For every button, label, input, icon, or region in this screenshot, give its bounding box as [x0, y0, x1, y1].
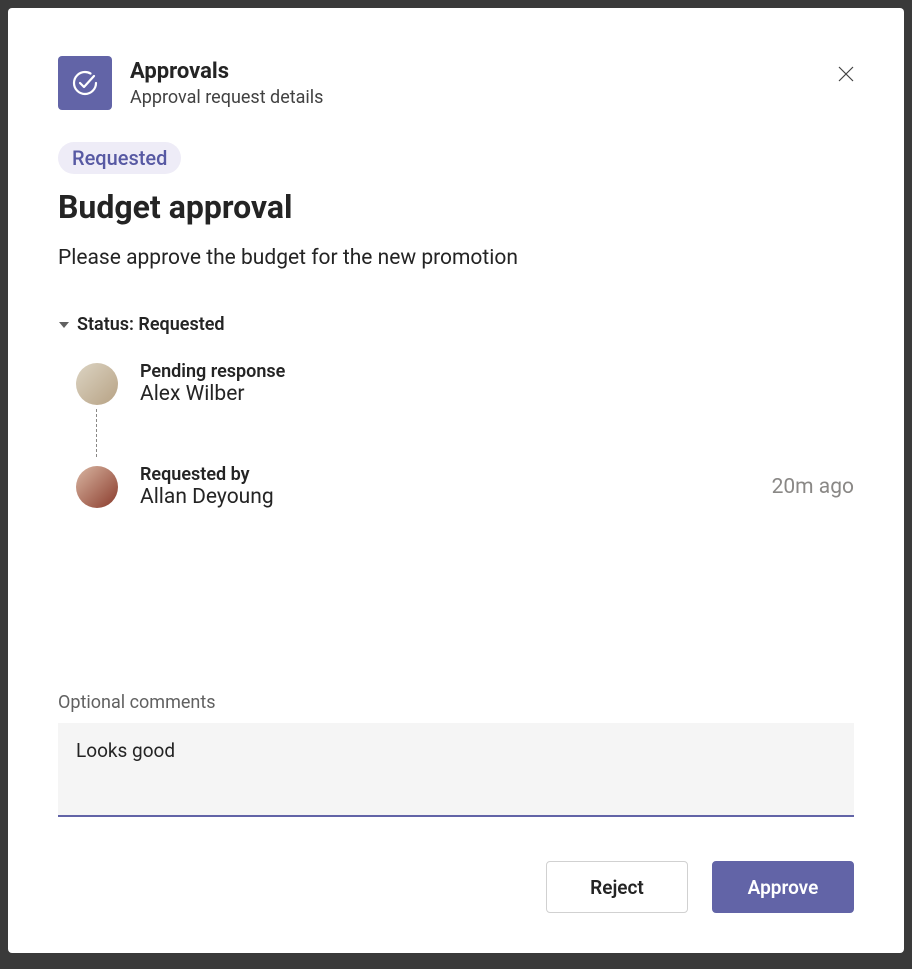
approver-list: Pending response Alex Wilber Requested b…	[76, 355, 854, 515]
dialog-header: Approvals Approval request details	[58, 56, 854, 110]
approver-status-label: Requested by	[140, 464, 274, 485]
approver-name: Alex Wilber	[140, 382, 285, 406]
comments-label: Optional comments	[58, 692, 854, 713]
status-section-label: Status: Requested	[77, 314, 225, 335]
checkmark-circle-icon	[69, 67, 101, 99]
approver-status-label: Pending response	[140, 361, 285, 382]
app-title: Approvals	[130, 58, 323, 87]
approver-connector	[96, 409, 97, 457]
caret-down-icon	[58, 319, 70, 331]
approvals-app-icon	[58, 56, 112, 110]
approval-dialog: Approvals Approval request details Reque…	[8, 8, 904, 953]
approve-button[interactable]: Approve	[712, 861, 854, 913]
avatar	[76, 363, 118, 405]
avatar	[76, 466, 118, 508]
request-description: Please approve the budget for the new pr…	[58, 246, 854, 270]
approver-text: Pending response Alex Wilber	[140, 361, 285, 406]
approver-row: Pending response Alex Wilber	[76, 355, 854, 412]
approver-name: Allan Deyoung	[140, 485, 274, 509]
app-subtitle: Approval request details	[130, 87, 323, 108]
reject-button[interactable]: Reject	[546, 861, 688, 913]
action-buttons: Reject Approve	[58, 861, 854, 913]
close-button[interactable]	[830, 58, 862, 90]
comments-input[interactable]	[58, 723, 854, 817]
close-icon	[838, 66, 854, 82]
status-badge: Requested	[58, 142, 181, 174]
approver-text: Requested by Allan Deyoung	[140, 464, 274, 509]
request-title: Budget approval	[58, 188, 854, 226]
requested-time: 20m ago	[772, 475, 854, 499]
approver-row: Requested by Allan Deyoung 20m ago	[76, 458, 854, 515]
status-section-toggle[interactable]: Status: Requested	[58, 314, 854, 335]
header-text: Approvals Approval request details	[130, 58, 323, 108]
